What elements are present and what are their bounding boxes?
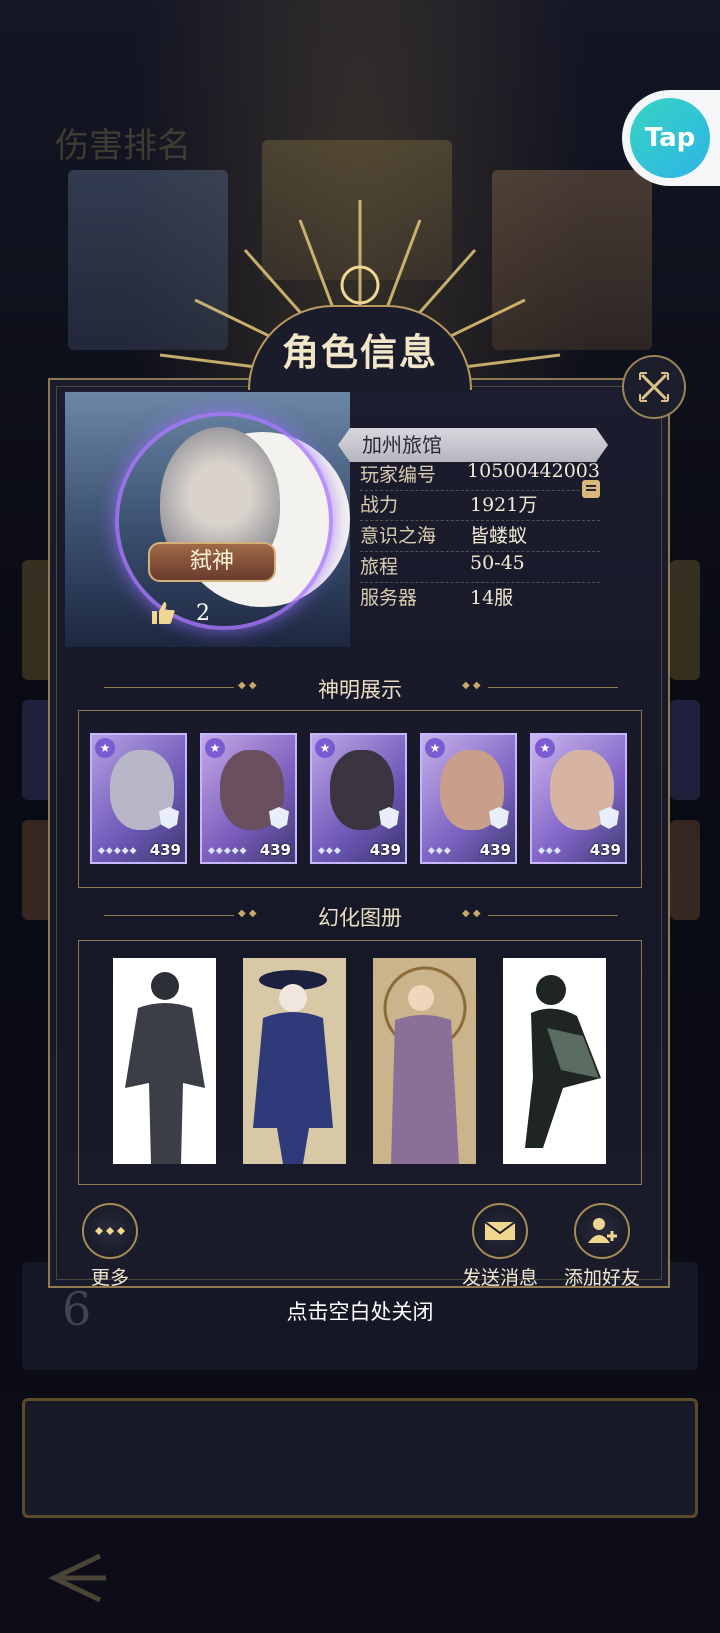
god-pips: ◆◆◆ [538,846,562,856]
album-card[interactable] [373,958,476,1164]
shield-icon [489,807,509,829]
shield-icon [269,807,289,829]
thumbs-up-icon [152,602,175,624]
album-card[interactable] [113,958,216,1164]
add-friend-label: 添加好友 [563,1267,640,1289]
god-card[interactable]: ★ ◆◆◆ 439 [310,733,407,864]
info-value: 1921万 [470,494,538,516]
more-icon [82,1203,138,1259]
god-level: 439 [589,841,621,859]
info-value: 皆蝼蚁 [470,525,528,547]
info-row-player-id: 玩家编号 10500442003 [360,460,600,491]
god-card[interactable]: ★ ◆◆◆◆◆ 439 [90,733,187,864]
divider-ornament: ◆ ◆ [462,908,481,919]
album-figure [383,966,467,1164]
player-name: 加州旅馆 [338,428,608,462]
more-button[interactable]: 更多 [78,1203,142,1290]
god-card[interactable]: ★ ◆◆◆ 439 [530,733,627,864]
album-section-title: 幻化图册 [318,906,402,930]
info-key: 意识之海 [360,525,437,547]
send-message-label: 发送消息 [461,1267,538,1289]
god-pips: ◆◆◆ [428,846,452,856]
info-key: 服务器 [360,587,418,609]
info-row-power: 战力 1921万 [360,490,600,521]
shield-icon [599,807,619,829]
background-side-tab [670,700,700,800]
tap-to-close-hint[interactable]: 点击空白处关闭 [0,1296,720,1326]
info-key: 旅程 [360,556,399,578]
add-friend-icon [574,1203,630,1259]
info-row-journey: 旅程 50-45 [360,552,600,583]
info-value: 14服 [470,587,514,609]
god-level: 439 [369,841,401,859]
background-self-row [22,1398,698,1518]
star-icon: ★ [205,738,225,758]
rank-badge: 弑神 [148,542,276,582]
shield-icon [379,807,399,829]
divider-ornament: ◆ ◆ [462,680,481,691]
divider [488,687,618,688]
album-figure [253,970,333,1164]
divider [488,915,618,916]
god-card[interactable]: ★ ◆◆◆◆◆ 439 [200,733,297,864]
info-key: 战力 [360,494,399,516]
taptap-float-button[interactable]: Tap [622,90,720,186]
gods-section-title: 神明展示 [318,678,402,702]
god-level: 439 [479,841,511,859]
god-level: 439 [259,841,291,859]
background-side-tab [670,560,700,680]
background-title: 伤害排名 [55,126,191,166]
info-key: 玩家编号 [360,464,437,486]
info-row-sea: 意识之海 皆蝼蚁 [360,521,600,552]
background-side-tab [670,820,700,920]
star-icon: ★ [425,738,445,758]
info-value: 10500442003 [467,460,600,482]
envelope-icon [472,1203,528,1259]
info-value: 50-45 [470,552,525,574]
god-card[interactable]: ★ ◆◆◆ 439 [420,733,517,864]
send-message-button[interactable]: 发送消息 [458,1203,542,1290]
panel-title: 角色信息 [282,330,438,374]
album-figure [125,972,205,1164]
close-button[interactable] [622,355,686,419]
close-icon [639,372,669,402]
star-icon: ★ [535,738,555,758]
god-pips: ◆◆◆◆◆ [98,846,138,856]
shield-icon [159,807,179,829]
album-card[interactable] [503,958,606,1164]
god-pips: ◆◆◆◆◆ [208,846,248,856]
more-label: 更多 [90,1267,129,1289]
album-figure [525,975,601,1148]
album-card[interactable] [243,958,346,1164]
like-counter[interactable]: 2 [150,595,270,631]
star-icon: ★ [315,738,335,758]
like-count: 2 [196,600,210,626]
back-arrow-icon[interactable] [40,1548,110,1608]
god-level: 439 [149,841,181,859]
taptap-logo: Tap [630,98,710,178]
add-friend-button[interactable]: 添加好友 [560,1203,644,1290]
star-icon: ★ [95,738,115,758]
info-row-server: 服务器 14服 [360,583,600,613]
god-pips: ◆◆◆ [318,846,342,856]
